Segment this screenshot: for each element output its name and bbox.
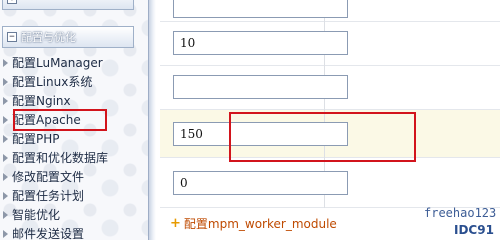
sidebar-item-lumanager[interactable]: 配置LuManager (3, 53, 108, 72)
mpm-worker-module-link[interactable]: + 配置mpm_worker_module (170, 215, 337, 232)
arrow-right-icon (3, 134, 8, 143)
maxspareservers-input[interactable] (173, 31, 348, 55)
sidebar-item-cron[interactable]: 配置任务计划 (3, 186, 108, 205)
sidebar-item-linux[interactable]: 配置Linux系统 (3, 72, 108, 91)
arrow-right-icon (3, 96, 8, 105)
top-field-input[interactable] (173, 0, 348, 18)
arrow-right-icon (3, 77, 8, 86)
sidebar-item-label: 配置LuManager (12, 56, 103, 70)
plus-icon: + (170, 216, 181, 231)
sidebar-item-database[interactable]: 配置和优化数据库 (3, 148, 108, 167)
arrow-right-icon (3, 191, 8, 200)
sidebar-item-label: 配置Linux系统 (12, 75, 93, 89)
arrow-right-icon (3, 115, 8, 124)
maxclients-highlight-box (229, 112, 416, 162)
sidebar-item-label: 邮件发送设置 (12, 227, 85, 240)
arrow-right-icon (3, 58, 8, 67)
sidebar-item-php[interactable]: 配置PHP (3, 129, 108, 148)
sidebar-item-label: 配置Nginx (12, 94, 71, 108)
watermark-logo: IDC91 (454, 223, 494, 237)
sidebar-scroll-edge (148, 0, 156, 240)
arrow-right-icon (3, 153, 8, 162)
sidebar-item-mail[interactable]: 邮件发送设置 (3, 224, 108, 240)
sidebar-group-header-config[interactable]: − 配置与优化 (2, 26, 134, 48)
sidebar-group-label: 配置与优化 (21, 31, 76, 44)
sidebar-group-header-top[interactable]: + (2, 0, 134, 10)
apache-highlight-box (13, 109, 107, 131)
sidebar: + − 配置与优化 配置LuManager 配置Linux系统 配置Nginx … (0, 0, 148, 240)
sidebar-item-label: 配置PHP (12, 132, 60, 146)
sidebar-item-label: 配置任务计划 (12, 189, 85, 203)
arrow-right-icon (3, 229, 8, 238)
maxrequestsperchild-input[interactable] (173, 171, 348, 195)
sidebar-menu: 配置LuManager 配置Linux系统 配置Nginx 配置Apache 配… (3, 53, 108, 240)
serverlimit-input[interactable] (173, 75, 348, 99)
arrow-right-icon (3, 172, 8, 181)
watermark-text: freehao123 (424, 206, 497, 220)
module-link-label: 配置mpm_worker_module (183, 217, 337, 231)
sidebar-item-config-files[interactable]: 修改配置文件 (3, 167, 108, 186)
arrow-right-icon (3, 210, 8, 219)
sidebar-item-label: 配置和优化数据库 (12, 151, 109, 165)
sidebar-item-nginx[interactable]: 配置Nginx (3, 91, 108, 110)
collapse-icon[interactable]: − (7, 32, 17, 42)
sidebar-item-smart-optimize[interactable]: 智能优化 (3, 205, 108, 224)
sidebar-item-label: 修改配置文件 (12, 170, 85, 184)
expand-icon[interactable]: + (7, 0, 17, 4)
sidebar-item-label: 智能优化 (12, 208, 61, 222)
